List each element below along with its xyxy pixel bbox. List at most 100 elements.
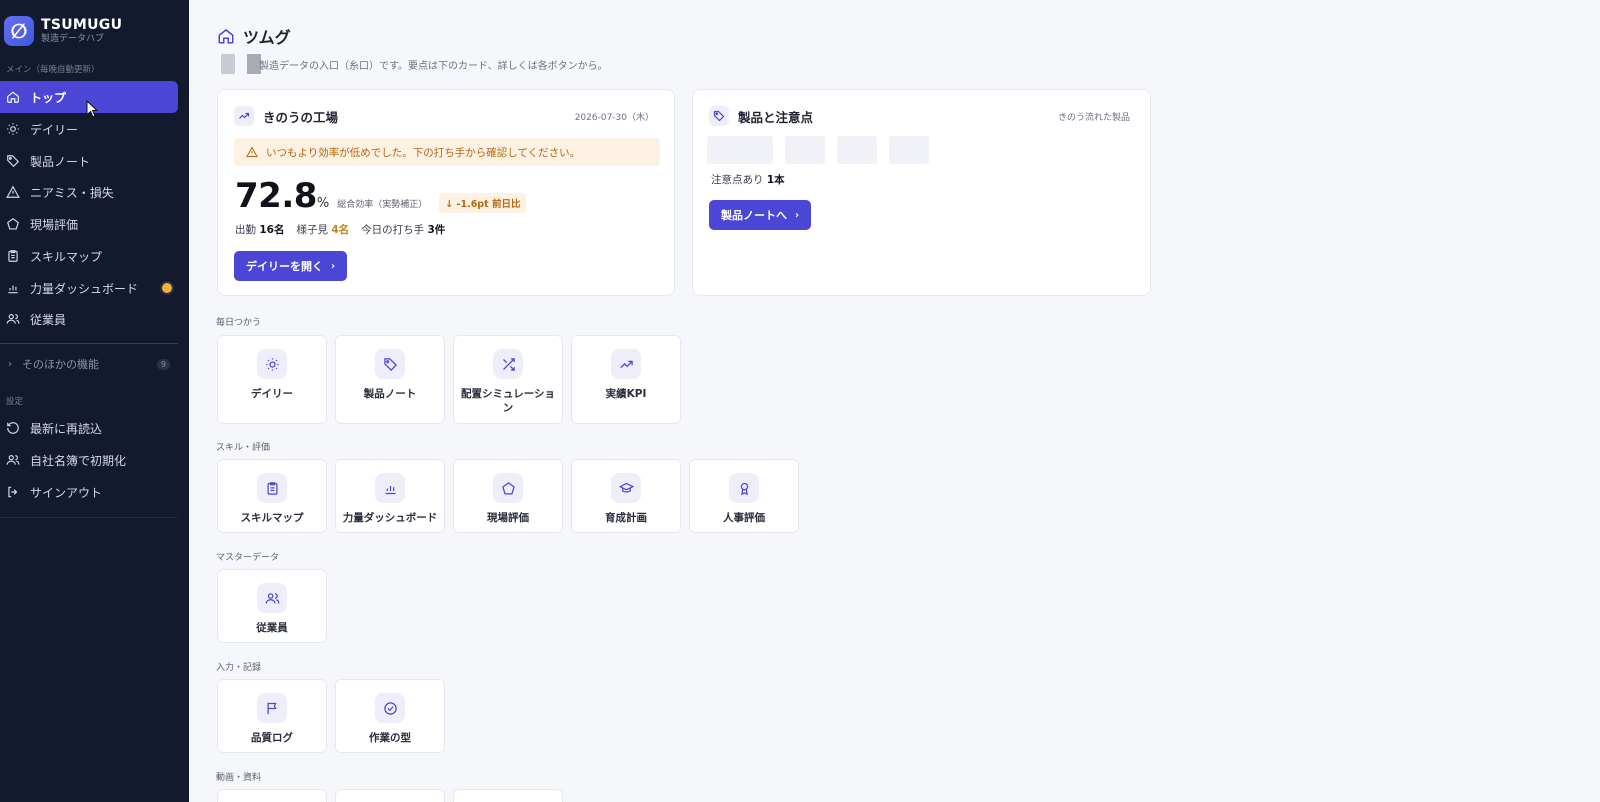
sidebar-item-label: 従業員 xyxy=(30,312,67,327)
sidebar-item-init-roster[interactable]: 自社名簿で初期化 xyxy=(0,444,178,476)
sign-out-icon xyxy=(8,486,18,498)
shuffle-icon xyxy=(493,349,523,379)
actions-value: 3件 xyxy=(427,224,446,236)
sidebar-item-label: 製品ノート xyxy=(30,154,91,169)
tile-daily[interactable]: デイリー xyxy=(217,335,327,424)
sidebar-item-near-miss[interactable]: ニアミス・損失 xyxy=(0,176,178,208)
tile-label: スキルマップ xyxy=(240,512,304,524)
group-label-master-data: マスターデータ xyxy=(216,553,280,563)
product-chip[interactable] xyxy=(889,136,929,164)
page-title-text: ツムグ xyxy=(243,28,291,47)
product-chips xyxy=(707,136,941,164)
award-icon xyxy=(729,473,759,503)
settings-section-label: 設定 xyxy=(6,397,24,407)
sun-icon xyxy=(257,349,287,379)
home-icon xyxy=(218,29,234,44)
chevron-right-icon: › xyxy=(795,209,800,221)
more-features-toggle[interactable]: › そのほかの機能 9 xyxy=(8,356,170,372)
bar-chart-icon xyxy=(8,285,18,294)
tile-training-plan[interactable]: 育成計画 xyxy=(571,459,681,533)
kpi-value: 72.8 xyxy=(235,176,317,216)
tile-partial[interactable] xyxy=(335,789,445,802)
pentagon-icon xyxy=(7,218,19,230)
tile-quality-log[interactable]: 品質ログ xyxy=(217,679,327,753)
tag-icon xyxy=(375,349,405,379)
watch-value: 4名 xyxy=(331,224,350,236)
sidebar-divider xyxy=(0,343,178,344)
products-card: 製品と注意点 きのう流れた製品 注意点あり 1本 製品ノートへ › xyxy=(692,89,1151,296)
tile-skill-map[interactable]: スキルマップ xyxy=(217,459,327,533)
main-content: ツムグ 製造データの入口（糸口）です。要点は下のカード、詳しくは各ボタンから。 … xyxy=(189,0,1600,802)
tile-work-patterns[interactable]: 作業の型 xyxy=(335,679,445,753)
clipboard-icon xyxy=(8,250,18,262)
warning-icon xyxy=(6,185,20,198)
tile-label: 実績KPI xyxy=(605,388,647,400)
product-notes-button[interactable]: 製品ノートへ › xyxy=(709,200,812,230)
factory-stats: 出勤 16名 様子見 4名 今日の打ち手 3件 xyxy=(235,222,457,237)
warning-icon xyxy=(246,146,258,157)
tile-label: 人事評価 xyxy=(723,512,765,524)
sidebar-item-label: ニアミス・損失 xyxy=(30,185,114,200)
brand[interactable]: ∅ TSUMUGU 製造データハブ xyxy=(4,16,122,46)
sidebar-item-sign-out[interactable]: サインアウト xyxy=(0,476,178,508)
home-icon xyxy=(7,91,19,103)
sidebar-item-label: デイリー xyxy=(30,122,79,137)
more-features-count: 9 xyxy=(156,358,170,370)
alert-text: いつもより効率が低めでした。下の打ち手から確認してください。 xyxy=(266,146,581,159)
actions-label: 今日の打ち手 xyxy=(361,224,425,236)
group-label-input-records: 入力・記録 xyxy=(216,663,262,673)
tile-kpi[interactable]: 実績KPI xyxy=(571,335,681,424)
sidebar-item-product-notes[interactable]: 製品ノート xyxy=(0,145,178,177)
kpi-label: 総合効率（実勢補正） xyxy=(337,200,428,210)
tile-hr-eval[interactable]: 人事評価 xyxy=(689,459,799,533)
kpi-delta-badge: ↓ -1.6pt 前日比 xyxy=(439,193,527,213)
pentagon-icon xyxy=(493,473,523,503)
sidebar-item-skill-map[interactable]: スキルマップ xyxy=(0,240,178,272)
tile-partial[interactable] xyxy=(217,789,327,802)
check-circle-icon xyxy=(375,693,405,723)
tile-employees[interactable]: 従業員 xyxy=(217,569,327,643)
caution-count: 注意点あり 1本 xyxy=(711,172,785,187)
tile-label: 作業の型 xyxy=(369,732,411,744)
tile-label: 製品ノート xyxy=(363,388,417,400)
logo-icon: ∅ xyxy=(4,16,34,46)
product-chip[interactable] xyxy=(837,136,877,164)
sidebar-item-label: サインアウト xyxy=(30,485,103,500)
trending-up-icon xyxy=(234,106,254,126)
watch-label: 様子見 xyxy=(296,224,328,236)
button-label: デイリーを開く xyxy=(246,260,323,273)
sidebar-item-label: 現場評価 xyxy=(30,217,79,232)
tile-field-eval[interactable]: 現場評価 xyxy=(453,459,563,533)
tag-icon xyxy=(709,106,729,126)
group-label-videos-docs: 動画・資料 xyxy=(216,773,262,783)
tile-partial[interactable] xyxy=(453,789,563,802)
tile-label: 品質ログ xyxy=(251,732,293,744)
sidebar-item-label: スキルマップ xyxy=(30,249,103,264)
tile-product-notes[interactable]: 製品ノート xyxy=(335,335,445,424)
mouse-cursor-icon xyxy=(86,100,98,118)
factory-card: きのうの工場 2026-07-30（木） いつもより効率が低めでした。下の打ち手… xyxy=(217,89,675,296)
card-header: 製品と注意点 xyxy=(709,106,813,126)
card-title: きのうの工場 xyxy=(263,109,339,125)
product-chip[interactable] xyxy=(785,136,825,164)
tile-competency-dashboard[interactable]: 力量ダッシュボード xyxy=(335,459,445,533)
sidebar-item-competency-dashboard[interactable]: 力量ダッシュボード xyxy=(0,272,178,304)
sidebar-item-reload[interactable]: 最新に再読込 xyxy=(0,412,178,444)
sidebar-item-field-eval[interactable]: 現場評価 xyxy=(0,208,178,240)
sidebar-item-label: 力量ダッシュボード xyxy=(30,281,139,296)
more-features-label: そのほかの機能 xyxy=(22,358,99,371)
tile-label: 現場評価 xyxy=(487,512,529,524)
sidebar-item-label: 最新に再読込 xyxy=(30,421,103,436)
sidebar-item-employees[interactable]: 従業員 xyxy=(0,303,178,335)
button-label: 製品ノートへ xyxy=(721,209,787,222)
tile-placement-simulation[interactable]: 配置シミュレーション xyxy=(453,335,563,424)
main-section-label: メイン（毎晩自動更新） xyxy=(6,65,100,75)
tag-icon xyxy=(7,155,20,168)
efficiency-alert: いつもより効率が低めでした。下の打ち手から確認してください。 xyxy=(234,138,660,166)
users-icon xyxy=(257,583,287,613)
redacted-block xyxy=(221,54,235,74)
open-daily-button[interactable]: デイリーを開く › xyxy=(234,251,348,281)
group-label-skill-eval: スキル・評価 xyxy=(216,443,271,453)
tile-label: 従業員 xyxy=(256,622,288,634)
product-chip[interactable] xyxy=(707,136,773,164)
